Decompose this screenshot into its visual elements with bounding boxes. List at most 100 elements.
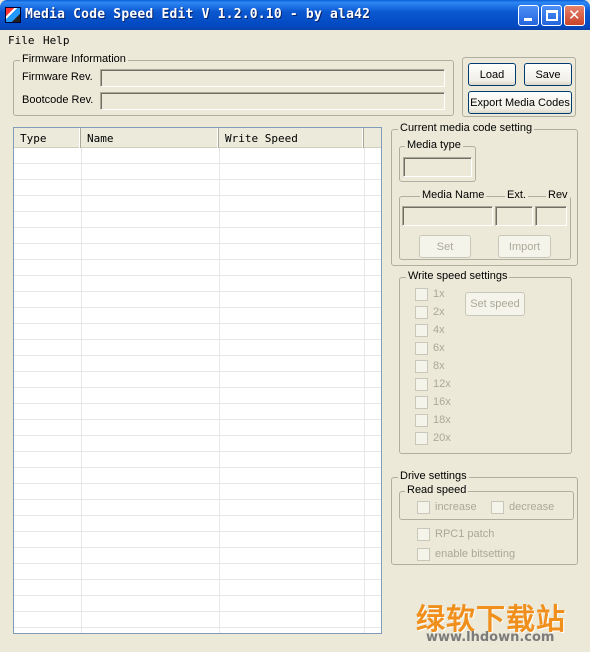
firmware-info-group: Firmware Information Firmware Rev. Bootc…	[13, 53, 454, 116]
bitsetting-checkbox-row[interactable]: enable bitsetting	[417, 548, 557, 562]
rev-field[interactable]	[535, 206, 567, 226]
menu-file[interactable]: File	[8, 34, 35, 47]
menu-bar: File Help	[0, 30, 590, 50]
column-type[interactable]: Type	[14, 128, 81, 148]
speed-checkbox[interactable]	[415, 288, 428, 301]
table-row[interactable]	[14, 228, 381, 244]
drive-settings-group: Drive settings Read speed increase decre…	[391, 470, 578, 565]
table-row[interactable]	[14, 612, 381, 628]
table-row[interactable]	[14, 356, 381, 372]
close-icon: ✕	[568, 6, 581, 24]
write-speed-group: Write speed settings 1x 2x 4x 6x 8x 12x 16x 18x…	[399, 270, 572, 454]
rpc1-checkbox[interactable]	[417, 528, 430, 541]
table-row[interactable]	[14, 388, 381, 404]
firmware-rev-field[interactable]	[100, 69, 445, 87]
rpc1-label: RPC1 patch	[435, 528, 495, 540]
speed-checkbox-row[interactable]: 20x	[415, 432, 465, 446]
export-media-codes-button[interactable]: Export Media Codes	[468, 91, 572, 114]
rev-label: Rev	[546, 189, 570, 201]
watermark-logo: 绿软下载站 www.lhdown.com	[416, 596, 566, 645]
set-speed-button[interactable]: Set speed	[465, 292, 525, 316]
table-row[interactable]	[14, 596, 381, 612]
table-row[interactable]	[14, 244, 381, 260]
table-row[interactable]	[14, 532, 381, 548]
close-button[interactable]: ✕	[564, 5, 585, 26]
table-row[interactable]	[14, 164, 381, 180]
speed-checkbox[interactable]	[415, 414, 428, 427]
window-title: Media Code Speed Edit V 1.2.0.10 - by al…	[25, 7, 371, 22]
bootcode-rev-field[interactable]	[100, 92, 445, 110]
speed-checkbox-row[interactable]: 12x	[415, 378, 465, 392]
media-code-list[interactable]: Type Name Write Speed	[13, 127, 382, 634]
table-row[interactable]	[14, 372, 381, 388]
column-write-speed[interactable]: Write Speed	[219, 128, 364, 148]
table-row[interactable]	[14, 500, 381, 516]
speed-checkbox[interactable]	[415, 432, 428, 445]
table-row[interactable]	[14, 180, 381, 196]
maximize-icon	[546, 10, 558, 21]
table-row[interactable]	[14, 276, 381, 292]
save-button[interactable]: Save	[524, 63, 572, 86]
speed-checkbox[interactable]	[415, 324, 428, 337]
speed-checkbox-row[interactable]: 18x	[415, 414, 465, 428]
drive-settings-legend: Drive settings	[398, 470, 469, 482]
increase-checkbox-row[interactable]: increase	[417, 501, 497, 515]
speed-label: 16x	[433, 396, 451, 408]
table-row[interactable]	[14, 468, 381, 484]
title-bar[interactable]: Media Code Speed Edit V 1.2.0.10 - by al…	[0, 0, 590, 30]
table-row[interactable]	[14, 212, 381, 228]
load-button[interactable]: Load	[468, 63, 516, 86]
list-column-divider	[364, 148, 365, 633]
table-row[interactable]	[14, 308, 381, 324]
maximize-button[interactable]	[541, 5, 562, 26]
table-row[interactable]	[14, 196, 381, 212]
media-type-legend: Media type	[405, 139, 463, 151]
speed-checkbox-row[interactable]: 16x	[415, 396, 465, 410]
table-row[interactable]	[14, 548, 381, 564]
decrease-checkbox[interactable]	[491, 501, 504, 514]
speed-checkbox-row[interactable]: 6x	[415, 342, 465, 356]
table-row[interactable]	[14, 452, 381, 468]
speed-checkbox[interactable]	[415, 378, 428, 391]
media-type-field[interactable]	[403, 157, 472, 177]
media-name-field[interactable]	[402, 206, 493, 226]
table-row[interactable]	[14, 484, 381, 500]
list-column-divider	[81, 148, 82, 633]
bitsetting-label: enable bitsetting	[435, 548, 516, 560]
table-row[interactable]	[14, 564, 381, 580]
table-row[interactable]	[14, 324, 381, 340]
bitsetting-checkbox[interactable]	[417, 548, 430, 561]
app-icon[interactable]	[5, 7, 21, 23]
column-name[interactable]: Name	[81, 128, 219, 148]
decrease-checkbox-row[interactable]: decrease	[491, 501, 571, 515]
speed-checkbox[interactable]	[415, 396, 428, 409]
table-row[interactable]	[14, 260, 381, 276]
write-speed-legend: Write speed settings	[406, 270, 510, 282]
table-row[interactable]	[14, 340, 381, 356]
increase-checkbox[interactable]	[417, 501, 430, 514]
media-type-group: Media type	[399, 139, 476, 182]
table-row[interactable]	[14, 148, 381, 164]
import-button[interactable]: Import	[498, 235, 551, 258]
minimize-button[interactable]	[518, 5, 539, 26]
speed-checkbox[interactable]	[415, 360, 428, 373]
table-row[interactable]	[14, 580, 381, 596]
bootcode-rev-label: Bootcode Rev.	[22, 94, 94, 106]
speed-checkbox[interactable]	[415, 342, 428, 355]
watermark-url: www.lhdown.com	[426, 630, 555, 645]
speed-checkbox-row[interactable]: 8x	[415, 360, 465, 374]
ext-field[interactable]	[495, 206, 533, 226]
speed-checkbox[interactable]	[415, 306, 428, 319]
speed-checkbox-row[interactable]: 4x	[415, 324, 465, 338]
speed-checkbox-row[interactable]: 2x	[415, 306, 465, 320]
table-row[interactable]	[14, 292, 381, 308]
speed-label: 4x	[433, 324, 445, 336]
set-button[interactable]: Set	[419, 235, 471, 258]
menu-help[interactable]: Help	[43, 34, 70, 47]
table-row[interactable]	[14, 436, 381, 452]
table-row[interactable]	[14, 404, 381, 420]
table-row[interactable]	[14, 516, 381, 532]
speed-checkbox-row[interactable]: 1x	[415, 288, 465, 302]
rpc1-checkbox-row[interactable]: RPC1 patch	[417, 528, 557, 542]
table-row[interactable]	[14, 420, 381, 436]
